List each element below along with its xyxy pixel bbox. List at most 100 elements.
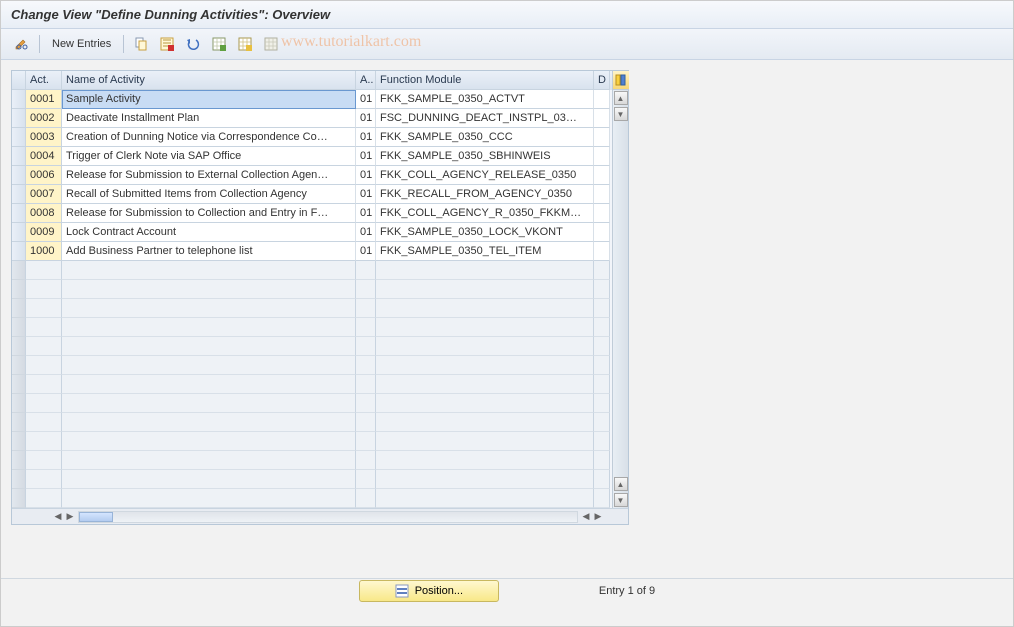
cell-d[interactable]	[594, 356, 610, 375]
table-row[interactable]	[12, 375, 612, 394]
scroll-down2-icon[interactable]: ▼	[614, 493, 628, 507]
row-selector[interactable]	[12, 318, 26, 337]
row-selector[interactable]	[12, 489, 26, 508]
cell-fm[interactable]	[376, 280, 594, 299]
cell-name[interactable]	[62, 470, 356, 489]
cell-act[interactable]	[26, 375, 62, 394]
cell-d[interactable]	[594, 128, 610, 147]
col-fm-header[interactable]: Function Module	[376, 71, 594, 90]
table-row[interactable]: 0007Recall of Submitted Items from Colle…	[12, 185, 612, 204]
cell-a[interactable]: 01	[356, 204, 376, 223]
cell-act[interactable]: 0003	[26, 128, 62, 147]
cell-fm[interactable]	[376, 261, 594, 280]
table-row[interactable]	[12, 470, 612, 489]
cell-act[interactable]	[26, 299, 62, 318]
cell-d[interactable]	[594, 261, 610, 280]
table-row[interactable]	[12, 337, 612, 356]
cell-act[interactable]	[26, 451, 62, 470]
config-button[interactable]	[260, 33, 282, 55]
cell-name[interactable]	[62, 356, 356, 375]
cell-act[interactable]	[26, 356, 62, 375]
cell-fm[interactable]: FKK_COLL_AGENCY_R_0350_FKKM…	[376, 204, 594, 223]
row-selector[interactable]	[12, 432, 26, 451]
cell-name[interactable]	[62, 299, 356, 318]
cell-d[interactable]	[594, 242, 610, 261]
cell-d[interactable]	[594, 375, 610, 394]
cell-name[interactable]	[62, 432, 356, 451]
cell-a[interactable]	[356, 337, 376, 356]
cell-a[interactable]	[356, 432, 376, 451]
cell-name[interactable]: Lock Contract Account	[62, 223, 356, 242]
toggle-button[interactable]	[11, 33, 33, 55]
row-selector[interactable]	[12, 242, 26, 261]
cell-d[interactable]	[594, 147, 610, 166]
cell-fm[interactable]	[376, 413, 594, 432]
cell-d[interactable]	[594, 185, 610, 204]
cell-fm[interactable]: FKK_SAMPLE_0350_SBHINWEIS	[376, 147, 594, 166]
cell-d[interactable]	[594, 223, 610, 242]
cell-fm[interactable]: FKK_RECALL_FROM_AGENCY_0350	[376, 185, 594, 204]
cell-fm[interactable]	[376, 299, 594, 318]
table-row[interactable]	[12, 394, 612, 413]
cell-a[interactable]	[356, 394, 376, 413]
cell-name[interactable]	[62, 489, 356, 508]
table-row[interactable]	[12, 261, 612, 280]
cell-name[interactable]	[62, 261, 356, 280]
col-a-header[interactable]: A..	[356, 71, 376, 90]
cell-a[interactable]	[356, 489, 376, 508]
row-selector[interactable]	[12, 337, 26, 356]
cell-a[interactable]	[356, 299, 376, 318]
cell-fm[interactable]	[376, 394, 594, 413]
row-selector[interactable]	[12, 394, 26, 413]
cell-act[interactable]: 0001	[26, 90, 62, 109]
save-button[interactable]	[156, 33, 178, 55]
cell-act[interactable]: 0002	[26, 109, 62, 128]
row-selector[interactable]	[12, 375, 26, 394]
cell-fm[interactable]	[376, 470, 594, 489]
cell-act[interactable]	[26, 280, 62, 299]
cell-a[interactable]	[356, 413, 376, 432]
cell-act[interactable]	[26, 470, 62, 489]
table-row[interactable]	[12, 451, 612, 470]
row-selector[interactable]	[12, 166, 26, 185]
cell-d[interactable]	[594, 299, 610, 318]
new-entries-button[interactable]: New Entries	[46, 33, 117, 55]
table-row[interactable]: 0004Trigger of Clerk Note via SAP Office…	[12, 147, 612, 166]
scroll-up2-icon[interactable]: ▲	[614, 477, 628, 491]
cell-fm[interactable]	[376, 337, 594, 356]
cell-a[interactable]: 01	[356, 147, 376, 166]
row-selector[interactable]	[12, 147, 26, 166]
config-columns-icon[interactable]	[613, 71, 629, 90]
cell-name[interactable]	[62, 318, 356, 337]
table-row[interactable]: 0009Lock Contract Account01FKK_SAMPLE_03…	[12, 223, 612, 242]
row-selector[interactable]	[12, 128, 26, 147]
cell-a[interactable]: 01	[356, 223, 376, 242]
cell-fm[interactable]: FKK_SAMPLE_0350_ACTVT	[376, 90, 594, 109]
cell-name[interactable]: Recall of Submitted Items from Collectio…	[62, 185, 356, 204]
col-act-header[interactable]: Act.	[26, 71, 62, 90]
col-d-header[interactable]: D	[594, 71, 610, 90]
cell-fm[interactable]: FKK_SAMPLE_0350_LOCK_VKONT	[376, 223, 594, 242]
cell-a[interactable]	[356, 280, 376, 299]
cell-d[interactable]	[594, 318, 610, 337]
cell-act[interactable]: 1000	[26, 242, 62, 261]
row-selector[interactable]	[12, 413, 26, 432]
cell-d[interactable]	[594, 109, 610, 128]
cell-fm[interactable]	[376, 451, 594, 470]
horizontal-scrollbar[interactable]: ◀ ▶ ◀ ▶	[12, 508, 628, 524]
cell-a[interactable]	[356, 318, 376, 337]
row-selector[interactable]	[12, 451, 26, 470]
row-selector[interactable]	[12, 470, 26, 489]
cell-d[interactable]	[594, 280, 610, 299]
cell-act[interactable]: 0006	[26, 166, 62, 185]
table-row[interactable]: 0003Creation of Dunning Notice via Corre…	[12, 128, 612, 147]
row-selector[interactable]	[12, 356, 26, 375]
row-selector[interactable]	[12, 185, 26, 204]
scroll-down-icon[interactable]: ▼	[614, 107, 628, 121]
cell-a[interactable]: 01	[356, 242, 376, 261]
cell-name[interactable]: Release for Submission to External Colle…	[62, 166, 356, 185]
table-row[interactable]	[12, 413, 612, 432]
cell-fm[interactable]: FKK_COLL_AGENCY_RELEASE_0350	[376, 166, 594, 185]
scroll-up-icon[interactable]: ▲	[614, 91, 628, 105]
cell-fm[interactable]	[376, 356, 594, 375]
